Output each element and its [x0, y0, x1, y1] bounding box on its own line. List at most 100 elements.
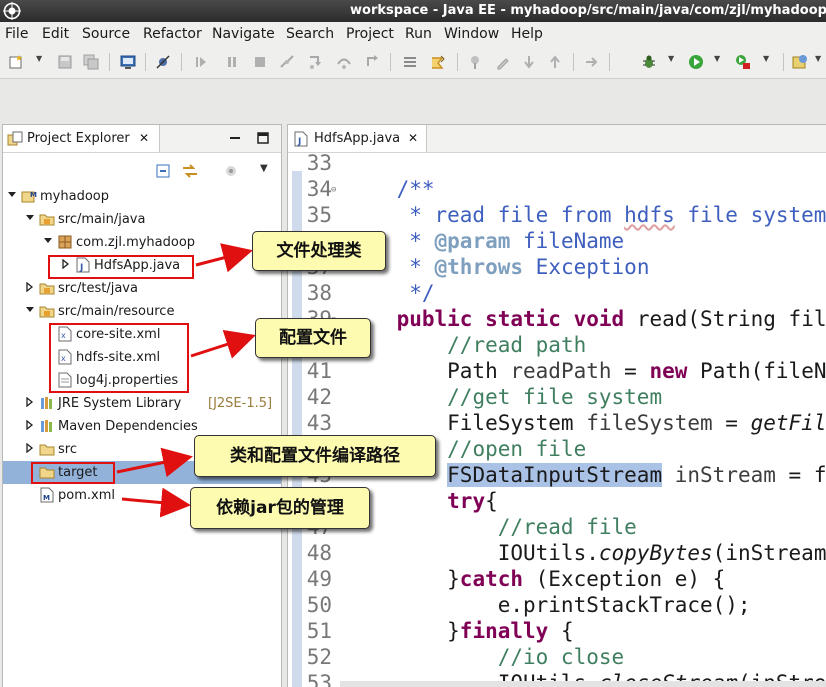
minimize-icon[interactable]: [228, 131, 242, 145]
drop-to-frame-icon[interactable]: [430, 54, 446, 70]
code-line[interactable]: 38 */: [288, 281, 826, 307]
tree-item-label: JRE System Library: [58, 396, 182, 411]
menu-file[interactable]: File: [4, 22, 29, 46]
menu-window[interactable]: Window: [443, 22, 500, 46]
menu-source[interactable]: Source: [81, 22, 131, 46]
expand-arrow-open-icon[interactable]: [7, 190, 17, 200]
suspend-icon[interactable]: [224, 54, 240, 70]
menu-help[interactable]: Help: [510, 22, 544, 46]
use-step-filters-icon[interactable]: [402, 54, 418, 70]
save-all-icon[interactable]: [83, 54, 99, 70]
debug-icon[interactable]: [641, 54, 657, 70]
code-line[interactable]: 49 }catch (Exception e) {: [288, 567, 826, 593]
new-icon[interactable]: [8, 54, 24, 70]
code-line[interactable]: 48 IOUtils.copyBytes(inStream, System.ou…: [288, 541, 826, 567]
tree-item-src-main-java[interactable]: src/main/java: [3, 208, 281, 231]
open-type-dropdown-icon[interactable]: ▼: [815, 54, 821, 63]
skip-breakpoints-icon[interactable]: [155, 54, 171, 70]
menu-run[interactable]: Run: [404, 22, 433, 46]
code-text: //read file: [346, 515, 637, 539]
link-with-editor-icon[interactable]: [181, 163, 199, 179]
toggle-ant-editor-icon[interactable]: [467, 54, 483, 70]
code-token: */: [409, 281, 435, 305]
expand-arrow-open-icon[interactable]: [25, 305, 35, 315]
run-dropdown-icon[interactable]: ▼: [714, 54, 720, 63]
menu-refactor[interactable]: Refactor: [142, 22, 203, 46]
toolbar-separator: [609, 53, 610, 71]
code-token: @throws: [434, 255, 524, 279]
project-explorer-icon: [7, 131, 23, 146]
tree-item-decoration: [J2SE-1.5]: [208, 396, 273, 411]
code-line[interactable]: 33: [288, 151, 826, 177]
code-line[interactable]: 42 //get file system: [288, 385, 826, 411]
last-edit-location-icon[interactable]: [584, 54, 600, 70]
toggle-mark-occurrences-icon[interactable]: [495, 54, 511, 70]
expand-arrow-closed-icon[interactable]: [25, 443, 35, 453]
expand-arrow-closed-icon[interactable]: [25, 282, 35, 292]
tree-item-src-main-resource[interactable]: src/main/resource: [3, 300, 281, 323]
menu-project[interactable]: Project: [345, 22, 395, 46]
code-line[interactable]: 34 ⊖ /**: [288, 177, 826, 203]
code-token: =: [611, 359, 650, 383]
resume-icon[interactable]: [193, 54, 209, 70]
tree-item-jre-system-library[interactable]: JRE System Library [J2SE-1.5]: [3, 392, 281, 415]
expand-arrow-open-icon[interactable]: [25, 213, 35, 223]
tree-item-src-test-java[interactable]: src/test/java: [3, 277, 281, 300]
run-external-tools-icon[interactable]: [735, 54, 751, 70]
tree-item-com-zjl-myhadoop[interactable]: com.zjl.myhadoop: [3, 231, 281, 254]
callout-jar-management: 依赖jar包的管理: [190, 487, 370, 529]
open-console-icon[interactable]: [120, 54, 136, 70]
tab-hdfsapp-java[interactable]: J HdfsApp.java ✕: [288, 125, 427, 152]
step-over-icon[interactable]: [336, 54, 352, 70]
previous-annotation-icon[interactable]: [547, 54, 563, 70]
next-annotation-icon[interactable]: [521, 54, 537, 70]
main-toolbar: ▼ ▼ ▼ ▼ ▼: [0, 46, 826, 79]
callout-file-handler: 文件处理类: [252, 231, 386, 271]
disconnect-icon[interactable]: [279, 54, 295, 70]
menu-edit[interactable]: Edit: [41, 22, 70, 46]
code-token: public: [396, 307, 473, 331]
collapse-all-icon[interactable]: [155, 163, 171, 179]
open-type-icon[interactable]: [792, 54, 808, 70]
step-return-icon[interactable]: [364, 54, 380, 70]
debug-dropdown-icon[interactable]: ▼: [668, 54, 674, 63]
new-dropdown-icon[interactable]: ▼: [36, 54, 42, 63]
eclipse-app-icon[interactable]: [3, 2, 21, 20]
svg-text:M: M: [43, 494, 50, 502]
code-line[interactable]: 35 * read file from hdfs file system: [288, 203, 826, 229]
code-line[interactable]: 43 FileSystem fileSystem = getFileSystem…: [288, 411, 826, 437]
code-token: static: [485, 307, 561, 331]
toolbar-separator: [783, 53, 784, 71]
code-line[interactable]: 41 Path readPath = new Path(fileName);: [288, 359, 826, 385]
view-menu-icon[interactable]: ▼: [260, 163, 268, 174]
save-icon[interactable]: [57, 54, 73, 70]
run-icon[interactable]: [688, 54, 704, 70]
expand-arrow-closed-icon[interactable]: [25, 397, 35, 407]
external-tools-dropdown-icon[interactable]: ▼: [763, 54, 769, 63]
terminate-icon[interactable]: [252, 54, 268, 70]
step-into-icon[interactable]: [307, 54, 323, 70]
fold-toggle-icon[interactable]: ⊖: [331, 185, 336, 195]
focus-icon[interactable]: [223, 163, 239, 179]
menu-search[interactable]: Search: [285, 22, 335, 46]
code-line[interactable]: 51 }finally {: [288, 619, 826, 645]
horizontal-scrollbar[interactable]: [340, 681, 826, 687]
code-token: inStream: [674, 463, 776, 487]
maximize-icon[interactable]: [256, 131, 270, 145]
menu-navigate[interactable]: Navigate: [211, 22, 276, 46]
code-line[interactable]: 52 //io close: [288, 645, 826, 671]
callout-config-files: 配置文件: [255, 318, 371, 358]
close-icon[interactable]: ✕: [139, 131, 149, 145]
tab-project-explorer[interactable]: Project Explorer ✕: [3, 125, 160, 152]
toolbar-separator: [109, 53, 110, 71]
code-line[interactable]: 50 e.printStackTrace();: [288, 593, 826, 619]
close-icon[interactable]: ✕: [408, 131, 418, 145]
code-token: copyBytes: [598, 541, 713, 565]
expand-arrow-open-icon[interactable]: [43, 236, 53, 246]
expand-arrow-closed-icon[interactable]: [25, 420, 35, 430]
tree-item-myhadoop[interactable]: Mmyhadoop: [3, 185, 281, 208]
